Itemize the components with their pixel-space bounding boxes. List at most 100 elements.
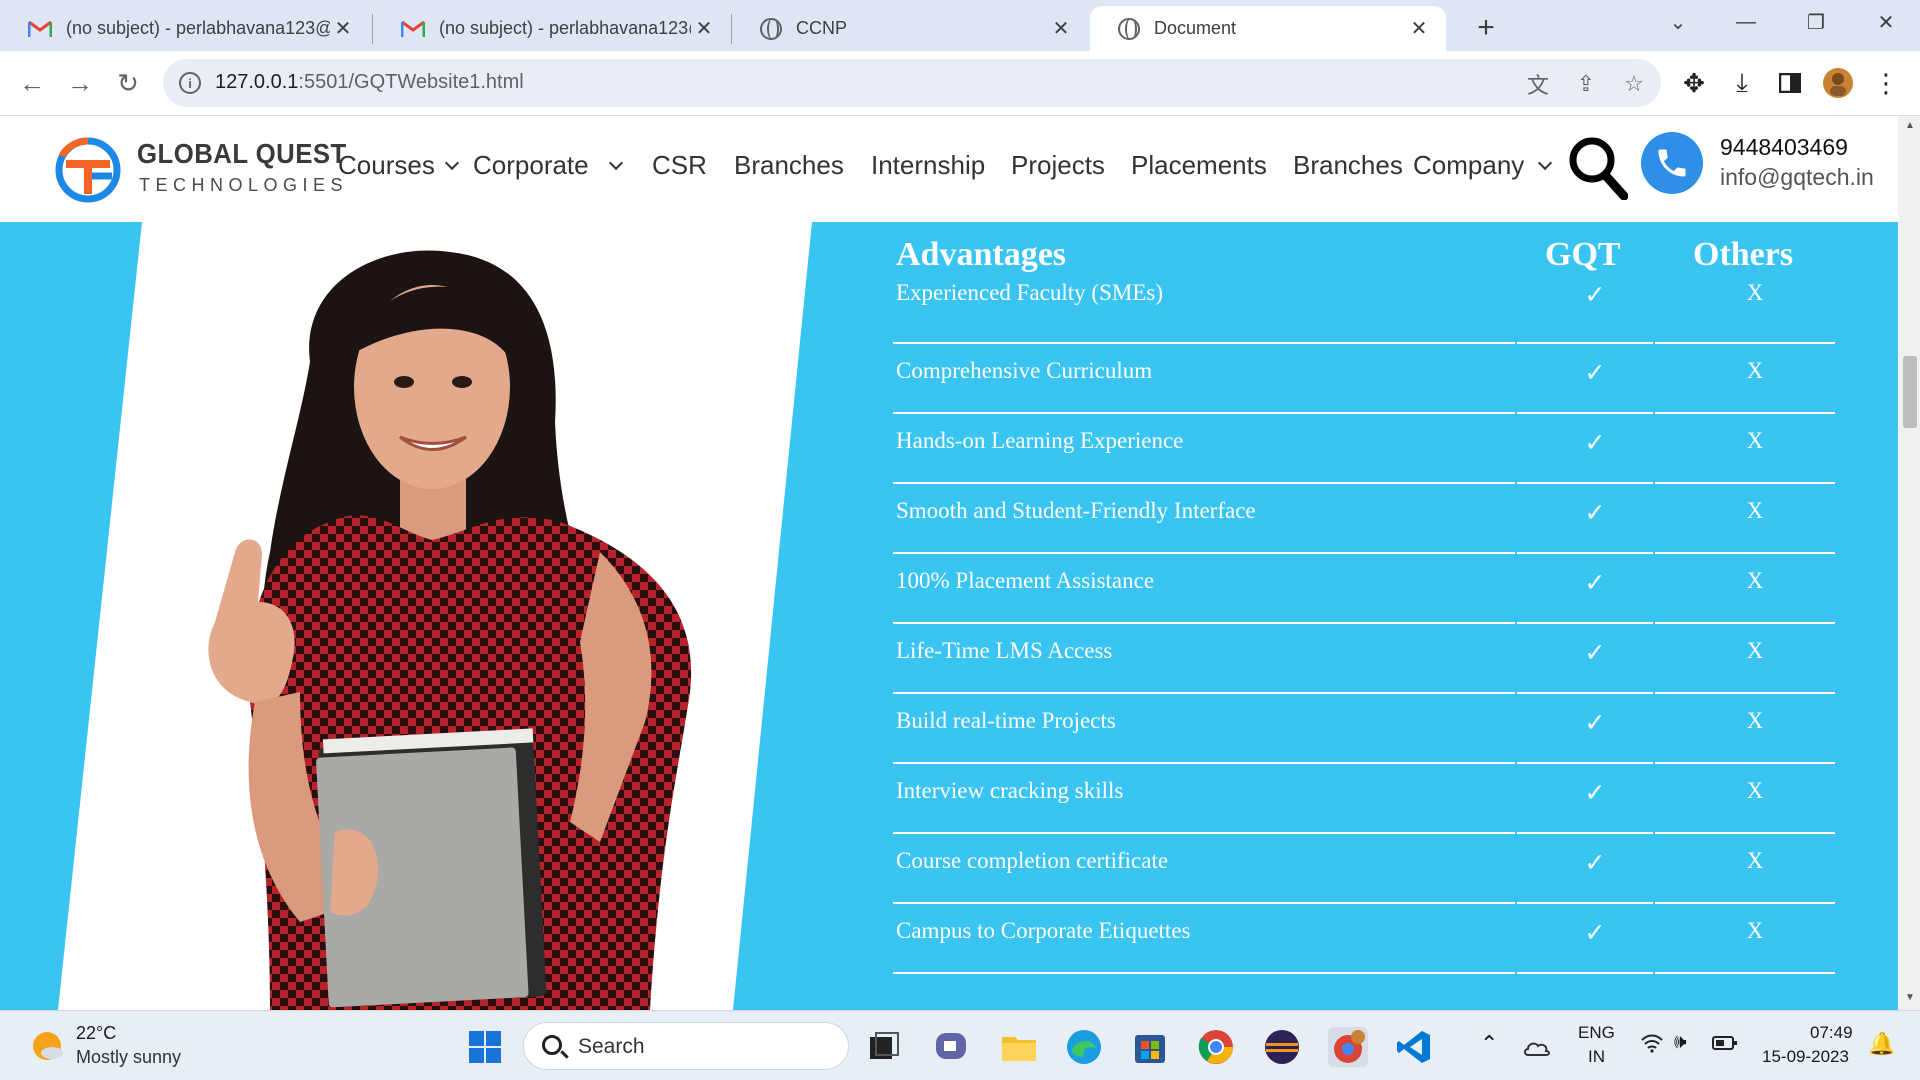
volume-icon[interactable]: 🕪 xyxy=(1674,1031,1687,1054)
notification-bell-icon[interactable]: 🔔 xyxy=(1868,1031,1895,1057)
info-icon[interactable]: i xyxy=(179,72,201,94)
advantage-label: 100% Placement Assistance xyxy=(896,568,1155,593)
battery-icon[interactable] xyxy=(1712,1035,1738,1056)
check-icon: ✓ xyxy=(1584,640,1606,667)
extensions-icon[interactable]: ✥ xyxy=(1676,65,1712,101)
page-viewport: GLOBAL QUEST TECHNOLOGIES Courses Corpor… xyxy=(0,116,1898,1010)
cross-icon: X xyxy=(1746,568,1764,593)
browser-toolbar: ← → ↻ i 127.0.0.1:5501/GQTWebsite1.html … xyxy=(0,51,1920,116)
clock-date[interactable]: 15-09-2023 xyxy=(1762,1047,1849,1067)
search-icon[interactable] xyxy=(1568,134,1629,201)
cross-icon: X xyxy=(1746,918,1764,943)
nav-company[interactable]: Company xyxy=(1413,150,1553,181)
reload-button[interactable]: ↻ xyxy=(110,65,146,101)
table-row: Comprehensive Curriculum ✓ X xyxy=(893,344,1835,414)
row-divider xyxy=(893,972,1515,974)
minimize-button[interactable]: — xyxy=(1718,4,1774,40)
close-icon[interactable]: ✕ xyxy=(691,16,717,42)
onedrive-icon[interactable] xyxy=(1522,1033,1552,1063)
language-indicator-top[interactable]: ENG xyxy=(1578,1023,1615,1043)
share-icon[interactable]: ⇪ xyxy=(1571,69,1601,99)
nav-branches[interactable]: Branches xyxy=(734,150,844,181)
phone-icon[interactable] xyxy=(1641,132,1703,194)
teams-chat-icon[interactable] xyxy=(932,1027,972,1067)
nav-internship[interactable]: Internship xyxy=(871,150,985,181)
page-scrollbar[interactable]: ▲ ▼ xyxy=(1898,116,1920,1010)
nav-courses[interactable]: Courses xyxy=(338,150,459,181)
clock-time[interactable]: 07:49 xyxy=(1810,1023,1853,1043)
check-icon: ✓ xyxy=(1584,570,1606,597)
check-icon: ✓ xyxy=(1584,500,1606,527)
gmail-icon xyxy=(400,20,426,38)
check-icon: ✓ xyxy=(1584,282,1606,309)
back-button[interactable]: ← xyxy=(14,65,50,101)
weather-description[interactable]: Mostly sunny xyxy=(76,1047,181,1068)
tab-gmail-2[interactable]: (no subject) - perlabhavana123@ ✕ xyxy=(373,6,731,51)
check-icon: ✓ xyxy=(1584,710,1606,737)
chevron-down-icon xyxy=(1538,155,1553,170)
edge-icon[interactable] xyxy=(1064,1027,1104,1067)
close-icon[interactable]: ✕ xyxy=(330,16,356,42)
chrome-profile-icon[interactable] xyxy=(1328,1027,1368,1067)
wifi-icon[interactable] xyxy=(1640,1033,1664,1059)
table-row: Build real-time Projects ✓ X xyxy=(893,694,1835,764)
show-hidden-icons-chevron-icon[interactable]: ⌃ xyxy=(1480,1031,1498,1057)
eclipse-icon[interactable] xyxy=(1262,1027,1302,1067)
cross-icon: X xyxy=(1746,280,1764,305)
translate-icon[interactable]: 文 xyxy=(1523,69,1553,99)
windows-start-icon[interactable] xyxy=(465,1027,505,1067)
cross-icon: X xyxy=(1746,358,1764,383)
cross-icon: X xyxy=(1746,708,1764,733)
advantage-label: Course completion certificate xyxy=(896,848,1169,873)
scroll-thumb[interactable] xyxy=(1903,356,1917,428)
contact-phone[interactable]: 9448403469 xyxy=(1720,134,1848,161)
new-tab-button[interactable]: + xyxy=(1468,10,1504,46)
nav-placements[interactable]: Placements xyxy=(1131,150,1267,181)
gqt-logo-icon[interactable] xyxy=(54,130,124,206)
download-icon[interactable]: ⤓ xyxy=(1724,65,1760,101)
scroll-down-arrow-icon[interactable]: ▼ xyxy=(1903,992,1917,1006)
chrome-icon[interactable] xyxy=(1196,1027,1236,1067)
side-panel-icon[interactable] xyxy=(1772,65,1808,101)
star-icon[interactable]: ☆ xyxy=(1619,69,1649,99)
nav-csr[interactable]: CSR xyxy=(652,150,707,181)
check-icon: ✓ xyxy=(1584,780,1606,807)
tab-gmail-1[interactable]: (no subject) - perlabhavana123@ ✕ xyxy=(0,6,370,51)
nav-projects[interactable]: Projects xyxy=(1011,150,1105,181)
taskbar-search-box[interactable]: Search xyxy=(523,1022,849,1070)
file-explorer-icon[interactable] xyxy=(999,1027,1039,1067)
tab-ccnp[interactable]: CCNP ✕ xyxy=(732,6,1088,51)
check-icon: ✓ xyxy=(1584,360,1606,387)
vscode-icon[interactable] xyxy=(1394,1027,1434,1067)
gmail-icon xyxy=(27,20,53,38)
microsoft-store-icon[interactable] xyxy=(1130,1027,1170,1067)
tab-search-chevron-icon[interactable]: ⌄ xyxy=(1650,4,1706,40)
chevron-down-icon xyxy=(444,155,459,170)
tab-document[interactable]: Document ✕ xyxy=(1090,6,1446,51)
student-photo xyxy=(58,222,812,1010)
contact-email[interactable]: info@gqtech.in xyxy=(1720,164,1874,191)
table-row: Course completion certificate ✓ X xyxy=(893,834,1835,904)
weather-sun-icon[interactable] xyxy=(30,1029,64,1063)
address-bar[interactable]: i 127.0.0.1:5501/GQTWebsite1.html 文 ⇪ ☆ xyxy=(163,59,1661,107)
table-row: Campus to Corporate Etiquettes ✓ X xyxy=(893,904,1835,974)
table-row: Life-Time LMS Access ✓ X xyxy=(893,624,1835,694)
weather-temperature[interactable]: 22°C xyxy=(76,1023,116,1044)
close-window-button[interactable]: ✕ xyxy=(1858,4,1914,40)
tab-title: (no subject) - perlabhavana123@ xyxy=(439,18,691,38)
table-row: Experienced Faculty (SMEs) ✓ X xyxy=(893,274,1835,344)
menu-icon[interactable]: ⋮ xyxy=(1868,65,1904,101)
forward-button[interactable]: → xyxy=(62,65,98,101)
restore-button[interactable]: ❐ xyxy=(1788,4,1844,40)
avatar[interactable] xyxy=(1820,65,1856,101)
row-divider xyxy=(1655,972,1835,974)
advantage-label: Interview cracking skills xyxy=(896,778,1124,803)
language-indicator-bottom[interactable]: IN xyxy=(1588,1047,1605,1067)
nav-branches-2[interactable]: Branches xyxy=(1293,150,1403,181)
scroll-up-arrow-icon[interactable]: ▲ xyxy=(1903,120,1917,134)
cross-icon: X xyxy=(1746,848,1764,873)
close-icon[interactable]: ✕ xyxy=(1048,16,1074,42)
close-icon[interactable]: ✕ xyxy=(1406,16,1432,42)
task-view-icon[interactable] xyxy=(864,1027,904,1067)
nav-corporate[interactable]: Corporate xyxy=(473,150,623,181)
